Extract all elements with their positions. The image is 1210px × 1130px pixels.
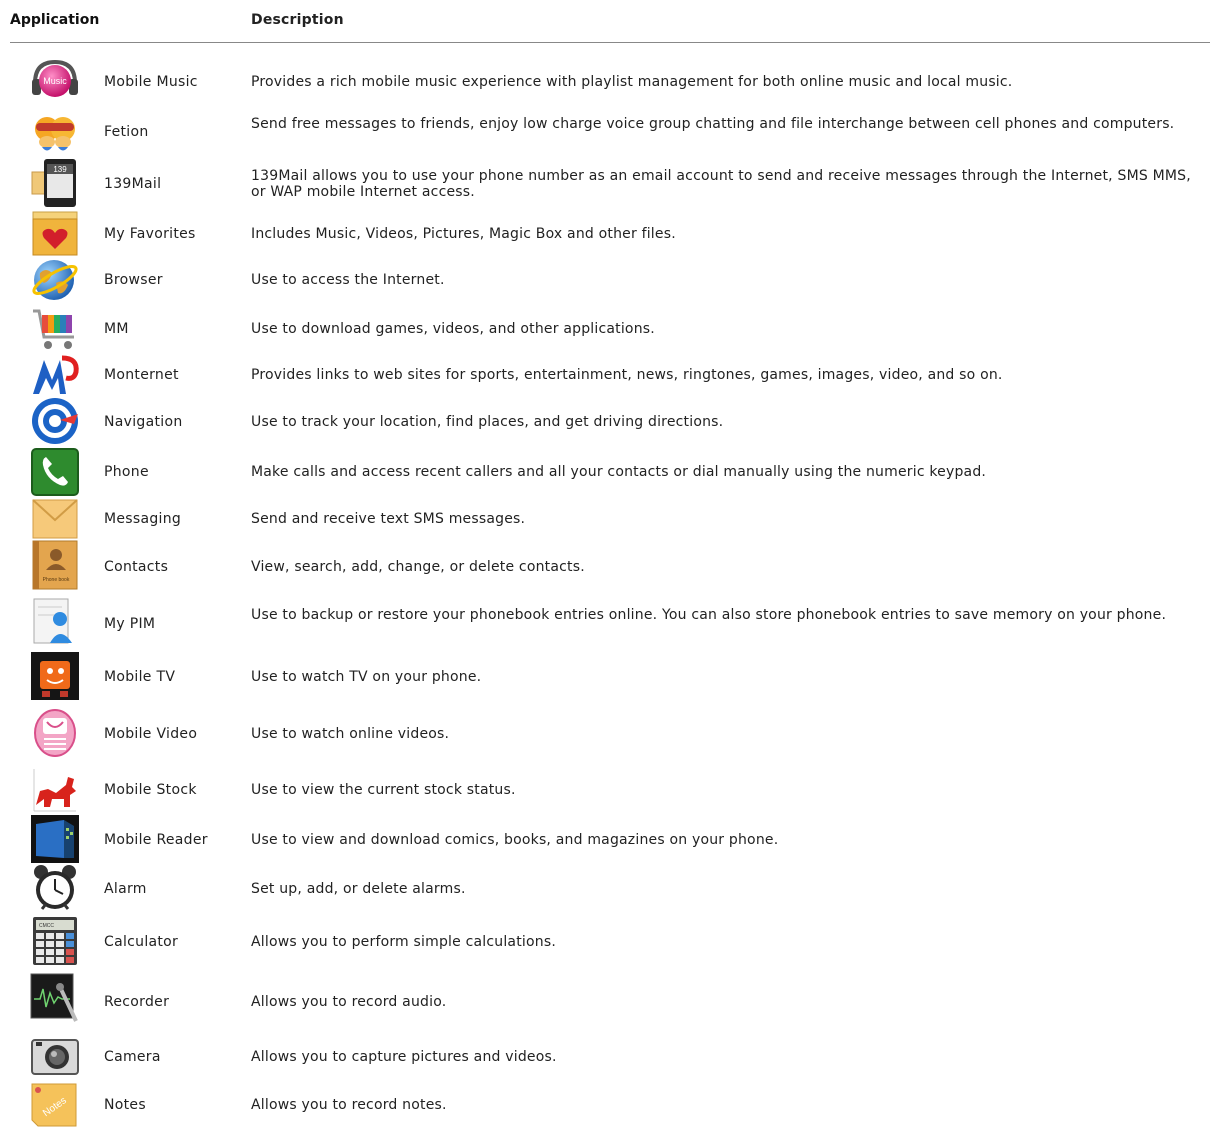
app-description: Includes Music, Videos, Pictures, Magic …: [251, 226, 676, 242]
video-icon: [30, 708, 80, 758]
app-name: Mobile Stock: [104, 782, 197, 798]
camera-icon: [30, 1032, 80, 1082]
app-name: Mobile Reader: [104, 832, 208, 848]
app-description: Use to track your location, find places,…: [251, 414, 724, 430]
app-description: Use to watch online videos.: [251, 726, 450, 742]
app-name: Monternet: [104, 367, 179, 383]
notes-icon: Notes: [30, 1080, 80, 1130]
app-name: Calculator: [104, 934, 179, 950]
app-name: Mobile Video: [104, 726, 198, 742]
app-description: Allows you to record audio.: [251, 994, 447, 1010]
app-description: Use to backup or restore your phonebook …: [251, 607, 1167, 623]
app-name: MM: [104, 321, 129, 337]
app-name: 139Mail: [104, 176, 162, 192]
app-name: My Favorites: [104, 226, 196, 242]
navigation-icon: [30, 396, 80, 446]
app-name: Navigation: [104, 414, 183, 430]
application-table: Application Description Music Mobile Mus…: [0, 0, 1210, 1127]
phone-icon: [30, 447, 80, 497]
app-name: My PIM: [104, 616, 156, 632]
alarm-clock-icon: [30, 863, 80, 913]
app-name: Notes: [104, 1097, 146, 1113]
app-description: Provides a rich mobile music experience …: [251, 74, 1013, 90]
app-description: Send free messages to friends, enjoy low…: [251, 116, 1175, 132]
app-description: Make calls and access recent callers and…: [251, 464, 987, 480]
app-name: Alarm: [104, 881, 147, 897]
app-description: Set up, add, or delete alarms.: [251, 881, 466, 897]
stock-bull-icon: [30, 765, 80, 815]
monternet-icon: [30, 350, 80, 400]
app-description: Use to access the Internet.: [251, 272, 445, 288]
pim-icon: [30, 597, 80, 647]
contacts-book-icon: Phone book: [30, 540, 80, 590]
calculator-icon: CMCC: [30, 916, 80, 966]
app-description: Allows you to capture pictures and video…: [251, 1049, 557, 1065]
app-description: View, search, add, change, or delete con…: [251, 559, 585, 575]
svg-text:Phone book: Phone book: [43, 577, 70, 583]
app-name: Phone: [104, 464, 149, 480]
app-name: Recorder: [104, 994, 170, 1010]
app-description: Allows you to perform simple calculation…: [251, 934, 556, 950]
app-description: Allows you to record notes.: [251, 1097, 447, 1113]
app-name: Fetion: [104, 124, 149, 140]
reader-icon: [30, 814, 80, 864]
app-name: Camera: [104, 1049, 161, 1065]
app-description: 139Mail allows you to use your phone num…: [251, 168, 1191, 200]
mail-icon: 139: [30, 158, 80, 208]
recorder-icon: [30, 973, 80, 1023]
app-description: Provides links to web sites for sports, …: [251, 367, 1003, 383]
app-name: Mobile Music: [104, 74, 198, 90]
app-name: Messaging: [104, 511, 182, 527]
fetion-icon: [30, 107, 80, 157]
tv-icon: [30, 651, 80, 701]
app-description: Use to download games, videos, and other…: [251, 321, 655, 337]
app-name: Mobile TV: [104, 669, 176, 685]
svg-text:Music: Music: [43, 76, 67, 86]
svg-text:139: 139: [53, 165, 67, 174]
column-header-description: Description: [251, 12, 344, 28]
browser-icon: [30, 255, 80, 305]
app-name: Contacts: [104, 559, 169, 575]
app-description: Use to watch TV on your phone.: [251, 669, 482, 685]
mm-cart-icon: [30, 303, 80, 353]
app-description: Use to view and download comics, books, …: [251, 832, 779, 848]
favorites-icon: [30, 209, 80, 259]
svg-text:CMCC: CMCC: [39, 923, 54, 929]
app-description: Use to view the current stock status.: [251, 782, 516, 798]
app-name: Browser: [104, 272, 163, 288]
music-icon: Music: [30, 57, 80, 107]
envelope-icon: [30, 494, 80, 544]
header-divider: [10, 42, 1210, 43]
column-header-application: Application: [10, 12, 100, 28]
app-description: Send and receive text SMS messages.: [251, 511, 526, 527]
